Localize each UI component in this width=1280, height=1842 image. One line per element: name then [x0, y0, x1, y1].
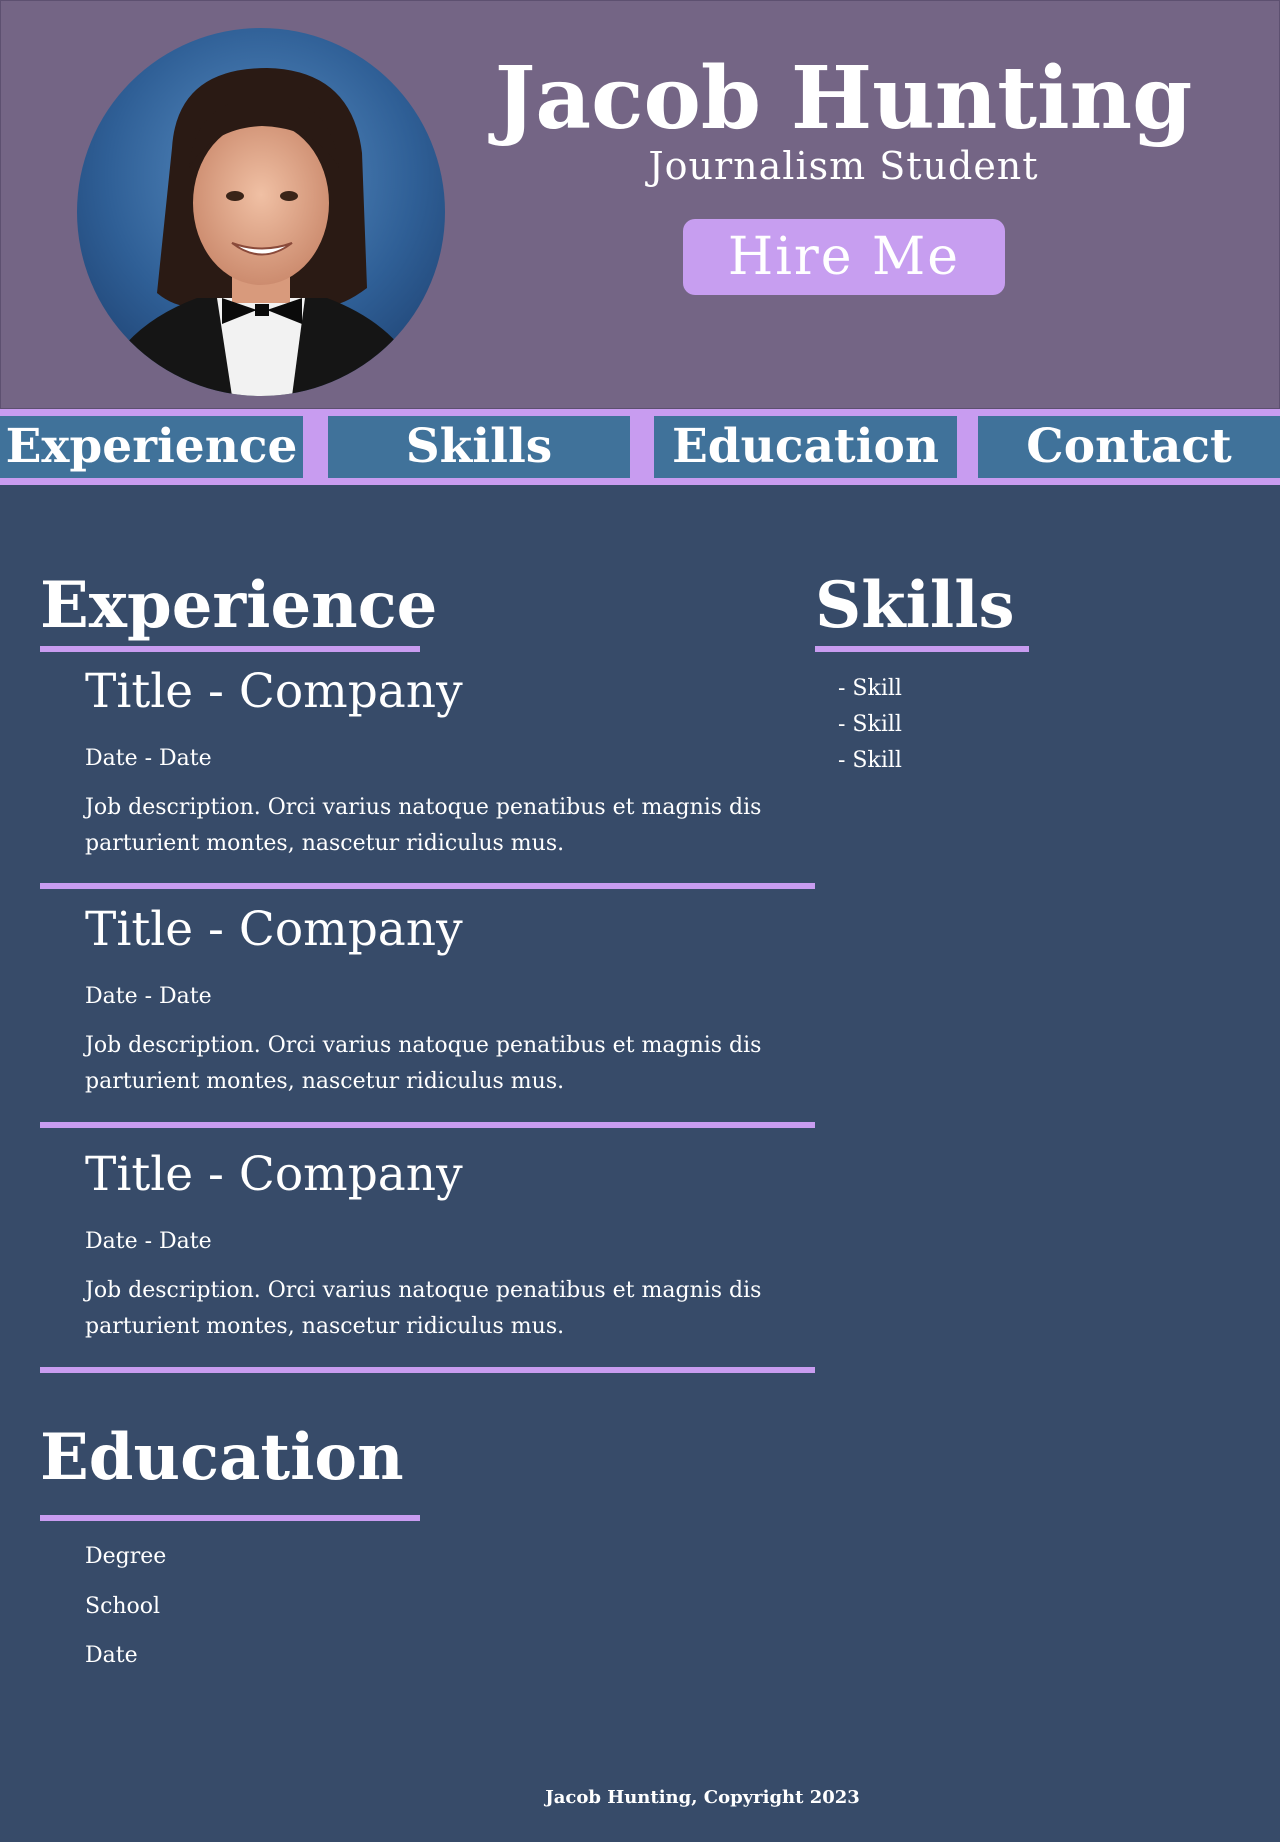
profile-name: Jacob Hunting	[494, 48, 1193, 149]
nav-item-contact[interactable]: Contact	[978, 416, 1280, 478]
skill-item: - Skill	[838, 712, 902, 737]
job-divider	[40, 1367, 815, 1373]
job-description: Job description. Orci varius natoque pen…	[85, 1033, 762, 1094]
hire-me-button[interactable]: Hire Me	[683, 219, 1005, 295]
education-heading-underline	[40, 1515, 420, 1521]
education-heading: Education	[40, 1420, 404, 1495]
profile-photo	[77, 28, 445, 396]
nav-item-experience[interactable]: Experience	[0, 416, 303, 478]
job-divider	[40, 1122, 815, 1128]
skills-heading-underline	[815, 646, 1029, 652]
main-nav: Experience Skills Education Contact	[0, 409, 1280, 485]
education-school: School	[85, 1594, 161, 1619]
skill-item: - Skill	[838, 748, 902, 773]
nav-item-education[interactable]: Education	[654, 416, 957, 478]
site-header: Jacob Hunting Journalism Student Hire Me	[0, 0, 1280, 409]
job-title: Title - Company	[85, 664, 463, 719]
job-divider	[40, 883, 815, 889]
job-title: Title - Company	[85, 902, 463, 957]
education-degree: Degree	[85, 1544, 167, 1569]
job-description: Job description. Orci varius natoque pen…	[85, 1278, 762, 1339]
profile-subtitle: Journalism Student	[648, 144, 1039, 188]
job-title: Title - Company	[85, 1147, 463, 1202]
job-dates: Date - Date	[85, 984, 212, 1009]
job-dates: Date - Date	[85, 746, 212, 771]
experience-heading-underline	[40, 646, 420, 652]
experience-heading: Experience	[40, 568, 438, 643]
job-dates: Date - Date	[85, 1229, 212, 1254]
skills-heading: Skills	[815, 568, 1015, 643]
skill-item: - Skill	[838, 676, 902, 701]
footer-copyright: Jacob Hunting, Copyright 2023	[545, 1787, 860, 1808]
job-description: Job description. Orci varius natoque pen…	[85, 795, 762, 856]
education-date: Date	[85, 1643, 138, 1668]
nav-item-skills[interactable]: Skills	[328, 416, 630, 478]
